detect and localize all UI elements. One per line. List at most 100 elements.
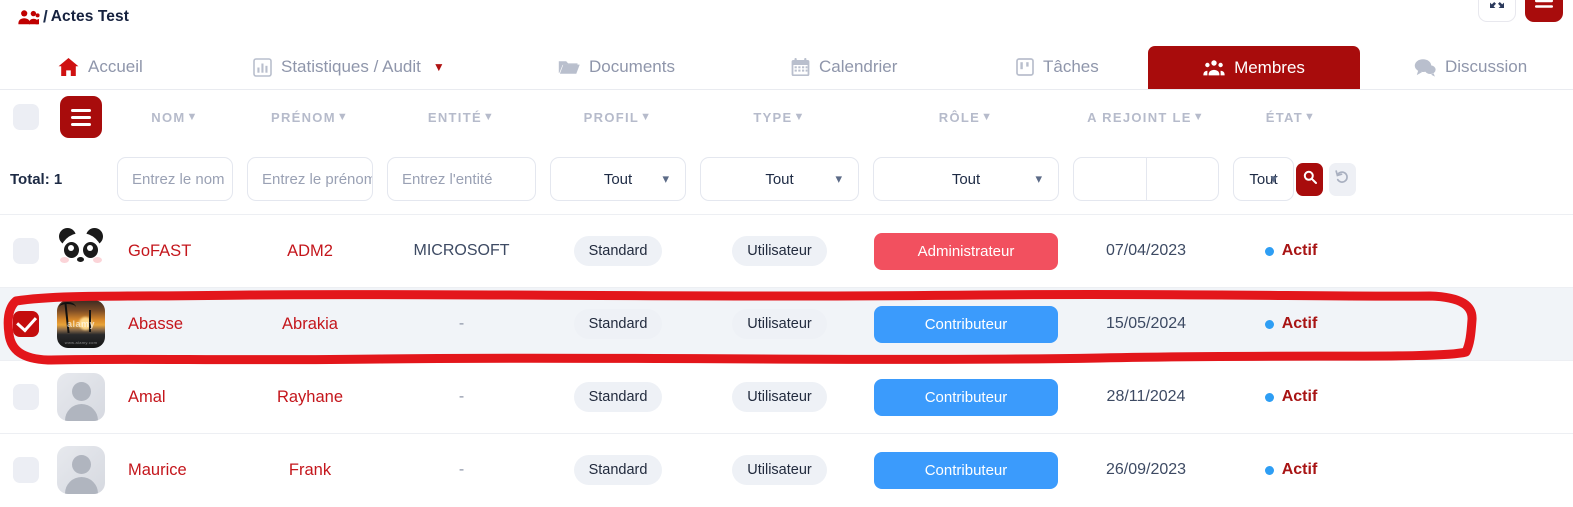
fullscreen-button[interactable] <box>1478 0 1516 22</box>
tab-calendrier[interactable]: Calendrier <box>781 45 907 89</box>
chevron-down-icon: ▼ <box>640 111 653 123</box>
cell-type: Utilisateur <box>693 455 866 485</box>
column-header-a-rejoint-le[interactable]: A REJOINT LE ▼ <box>1066 110 1226 125</box>
type-badge: Utilisateur <box>732 382 827 412</box>
role-button[interactable]: Contributeur <box>874 378 1058 416</box>
status-badge: Actif <box>1226 388 1356 406</box>
filter-date-range[interactable] <box>1066 157 1226 201</box>
column-header-prenom[interactable]: PRÉNOM ▼ <box>240 110 380 125</box>
row-checkbox[interactable] <box>0 457 52 483</box>
cell-entite: MICROSOFT <box>413 242 510 259</box>
status-dot-icon <box>1264 392 1274 402</box>
entite-input[interactable]: Entrez l'entité <box>387 157 536 201</box>
row-checkbox[interactable] <box>0 384 52 410</box>
status-label: Actif <box>1281 315 1318 332</box>
row-checkbox[interactable] <box>0 238 52 264</box>
tab-discussion[interactable]: Discussion <box>1404 45 1537 89</box>
column-label: ÉTAT <box>1265 109 1304 125</box>
filter-role[interactable]: Tout ▾ <box>866 157 1066 201</box>
column-header-profil[interactable]: PROFIL ▼ <box>543 110 693 125</box>
table-row[interactable]: alamy www.alamy.com Abasse Abrakia - Sta… <box>0 287 1573 360</box>
column-label: NOM <box>151 109 186 125</box>
role-button[interactable]: Contributeur <box>874 451 1058 489</box>
menu-button[interactable] <box>1525 0 1563 22</box>
cell-nom[interactable]: Maurice <box>110 461 240 480</box>
chevron-down-icon: ▼ <box>186 111 199 123</box>
cell-nom[interactable]: GoFAST <box>110 242 240 261</box>
chevron-down-icon: ▾ <box>1270 171 1277 186</box>
profil-badge: Standard <box>573 455 663 485</box>
checkbox-box-checked <box>13 311 39 337</box>
cell-joined: 15/05/2024 <box>1105 315 1187 332</box>
cell-role: Contributeur <box>866 305 1066 343</box>
filter-entite[interactable]: Entrez l'entité <box>380 157 543 201</box>
date-from-input[interactable] <box>1074 158 1146 200</box>
cell-nom[interactable]: Amal <box>110 388 240 407</box>
tab-accueil[interactable]: Accueil <box>48 45 153 89</box>
chevron-down-icon: ▼ <box>981 111 994 123</box>
cell-profil: Standard <box>543 309 693 339</box>
cell-prenom[interactable]: Abrakia <box>240 315 380 334</box>
tab-taches[interactable]: Tâches <box>1006 45 1109 89</box>
search-button[interactable] <box>1296 162 1323 196</box>
filter-profil[interactable]: Tout ▾ <box>543 157 693 201</box>
type-select[interactable]: Tout ▾ <box>700 157 859 201</box>
filter-type[interactable]: Tout ▾ <box>693 157 866 201</box>
status-badge: Actif <box>1226 242 1356 260</box>
date-to-input[interactable] <box>1145 158 1219 200</box>
cell-prenom[interactable]: Frank <box>240 461 380 480</box>
column-label: TYPE <box>753 109 793 125</box>
tab-statistiques-audit[interactable]: Statistiques / Audit ▼ <box>243 45 455 89</box>
tab-documents-label: Documents <box>589 57 675 76</box>
nom-input[interactable]: Entrez le nom <box>117 157 233 201</box>
members-table: NOM ▼ PRÉNOM ▼ ENTITÉ ▼ PROFIL ▼ TYPE ▼ … <box>0 90 1573 506</box>
select-all-checkbox[interactable] <box>0 104 52 130</box>
etat-select[interactable]: Tout ▾ <box>1233 157 1294 201</box>
tasks-icon <box>1016 58 1034 76</box>
filter-etat[interactable]: Tout ▾ <box>1226 157 1356 201</box>
profil-badge: Standard <box>573 382 663 412</box>
table-filter-row: Total: 1 Entrez le nom Entrez le prénom … <box>0 144 1573 214</box>
role-button[interactable]: Contributeur <box>874 305 1058 343</box>
tab-accueil-label: Accueil <box>88 57 143 76</box>
chevron-down-icon: ▼ <box>793 111 806 123</box>
column-header-entite[interactable]: ENTITÉ ▼ <box>380 110 543 125</box>
avatar <box>52 373 110 421</box>
cell-prenom[interactable]: ADM2 <box>240 242 380 261</box>
cell-profil: Standard <box>543 236 693 266</box>
profil-select[interactable]: Tout ▾ <box>550 157 686 201</box>
filter-prenom[interactable]: Entrez le prénom <box>240 157 380 201</box>
role-select[interactable]: Tout ▾ <box>873 157 1059 201</box>
row-checkbox[interactable] <box>0 311 52 337</box>
watermark-text: alamy <box>66 319 96 329</box>
cell-prenom[interactable]: Rayhane <box>240 388 380 407</box>
reset-button[interactable] <box>1329 162 1356 196</box>
checkbox-box <box>13 104 39 130</box>
column-header-etat[interactable]: ÉTAT ▼ <box>1226 110 1356 125</box>
filter-nom[interactable]: Entrez le nom <box>110 157 240 201</box>
column-label: ENTITÉ <box>427 109 482 125</box>
tab-membres[interactable]: Membres <box>1148 46 1360 89</box>
panda-avatar <box>57 227 105 275</box>
cell-nom[interactable]: Abasse <box>110 315 240 334</box>
prenom-input[interactable]: Entrez le prénom <box>247 157 373 201</box>
chevron-down-icon: ▼ <box>1304 111 1317 123</box>
table-menu-button[interactable] <box>52 96 110 138</box>
date-range-inputs <box>1073 157 1219 201</box>
table-row[interactable]: GoFAST ADM2 MICROSOFT Standard Utilisate… <box>0 214 1573 287</box>
calendar-icon <box>791 57 810 77</box>
cell-joined: 26/09/2023 <box>1105 461 1187 478</box>
hamburger-icon <box>1535 0 1553 13</box>
table-row[interactable]: Amal Rayhane - Standard Utilisateur Cont… <box>0 360 1573 433</box>
table-row[interactable]: Maurice Frank - Standard Utilisateur Con… <box>0 433 1573 506</box>
chevron-down-icon[interactable]: ▼ <box>433 60 445 74</box>
type-badge: Utilisateur <box>732 455 827 485</box>
column-header-type[interactable]: TYPE ▼ <box>693 110 866 125</box>
checkbox-box <box>13 238 39 264</box>
search-icon <box>1303 170 1317 189</box>
column-header-nom[interactable]: NOM ▼ <box>110 110 240 125</box>
column-header-role[interactable]: RÔLE ▼ <box>866 110 1066 125</box>
profil-value: Tout <box>603 170 633 188</box>
tab-documents[interactable]: Documents <box>548 45 685 89</box>
role-button[interactable]: Administrateur <box>874 232 1058 270</box>
